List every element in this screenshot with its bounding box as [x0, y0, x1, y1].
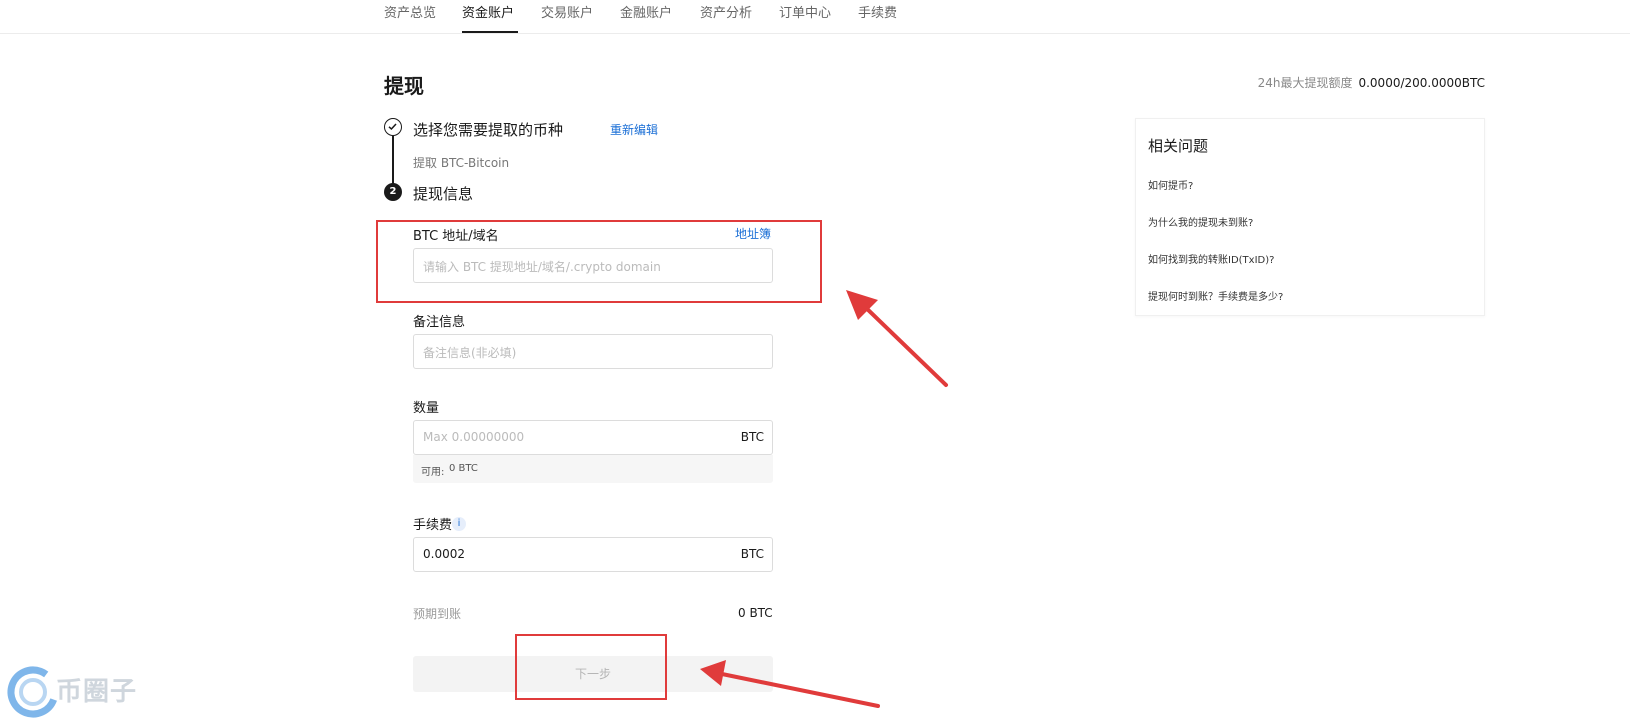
arrow-to-address	[846, 290, 948, 387]
arrow-to-next	[700, 660, 880, 708]
faq-item[interactable]: 如何找到我的转账ID(TxID)?	[1148, 251, 1274, 266]
faq-item[interactable]: 为什么我的提现未到账?	[1148, 214, 1253, 229]
watermark-text: 币圈子	[56, 677, 138, 707]
faq-item[interactable]: 如何提币?	[1148, 177, 1193, 192]
annotation-arrows	[700, 290, 948, 708]
related-questions-title: 相关问题	[1148, 137, 1209, 155]
faq-item[interactable]: 提现何时到账？手续费是多少?	[1148, 288, 1283, 303]
related-questions-panel: 相关问题 如何提币? 为什么我的提现未到账? 如何找到我的转账ID(TxID)?…	[1135, 118, 1485, 316]
